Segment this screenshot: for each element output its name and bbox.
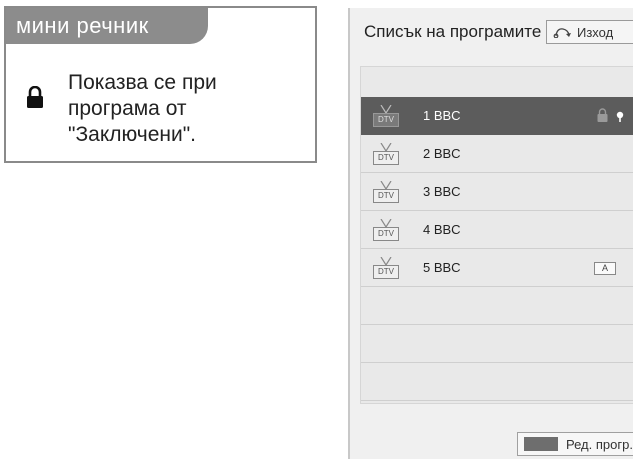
channel-row[interactable]: DTV 1 BBC	[361, 97, 633, 135]
channel-name: 4 BBC	[423, 222, 461, 237]
exit-button[interactable]: Изход	[546, 20, 633, 44]
audio-badge: A	[594, 262, 616, 275]
channel-row[interactable]: DTV 2 BBC	[361, 135, 633, 173]
empty-row	[361, 287, 633, 325]
panel-header: Списък на програмите Изход	[350, 8, 633, 56]
pin-icon	[616, 111, 624, 122]
empty-row	[361, 325, 633, 363]
dtv-icon: DTV	[373, 180, 399, 203]
channel-list-panel: Списък на програмите Изход DTV 1 BBC DTV…	[348, 8, 633, 459]
dtv-icon: DTV	[373, 256, 399, 279]
channel-row[interactable]: DTV 5 BBC A	[361, 249, 633, 287]
channel-row[interactable]: DTV 3 BBC	[361, 173, 633, 211]
channel-name: 2 BBC	[423, 146, 461, 161]
channel-name: 3 BBC	[423, 184, 461, 199]
edit-programs-button[interactable]: Ред. прогр.	[517, 432, 633, 456]
panel-title: Списък на програмите	[364, 22, 542, 41]
dtv-icon: DTV	[373, 142, 399, 165]
channel-list: DTV 1 BBC DTV 2 BBC DTV 3 BBC DTV 4 BBC …	[360, 66, 633, 404]
color-key-swatch	[524, 437, 558, 451]
channel-name: 5 BBC	[423, 260, 461, 275]
channel-name: 1 BBC	[423, 108, 461, 123]
dtv-icon: DTV	[373, 104, 399, 127]
exit-label: Изход	[577, 24, 614, 40]
dtv-icon: DTV	[373, 218, 399, 241]
channel-row[interactable]: DTV 4 BBC	[361, 211, 633, 249]
return-arrow-icon	[553, 28, 571, 38]
lock-icon	[27, 86, 43, 108]
empty-row	[361, 363, 633, 401]
lock-icon	[597, 108, 608, 122]
glossary-description: Показва се при програма от "Заключени".	[68, 71, 217, 146]
edit-programs-label: Ред. прогр.	[566, 436, 633, 452]
glossary-title: мини речник	[6, 8, 208, 44]
panel-footer: Ред. прогр.	[350, 426, 633, 459]
glossary-box: мини речник Показва се при програма от "…	[4, 6, 317, 163]
